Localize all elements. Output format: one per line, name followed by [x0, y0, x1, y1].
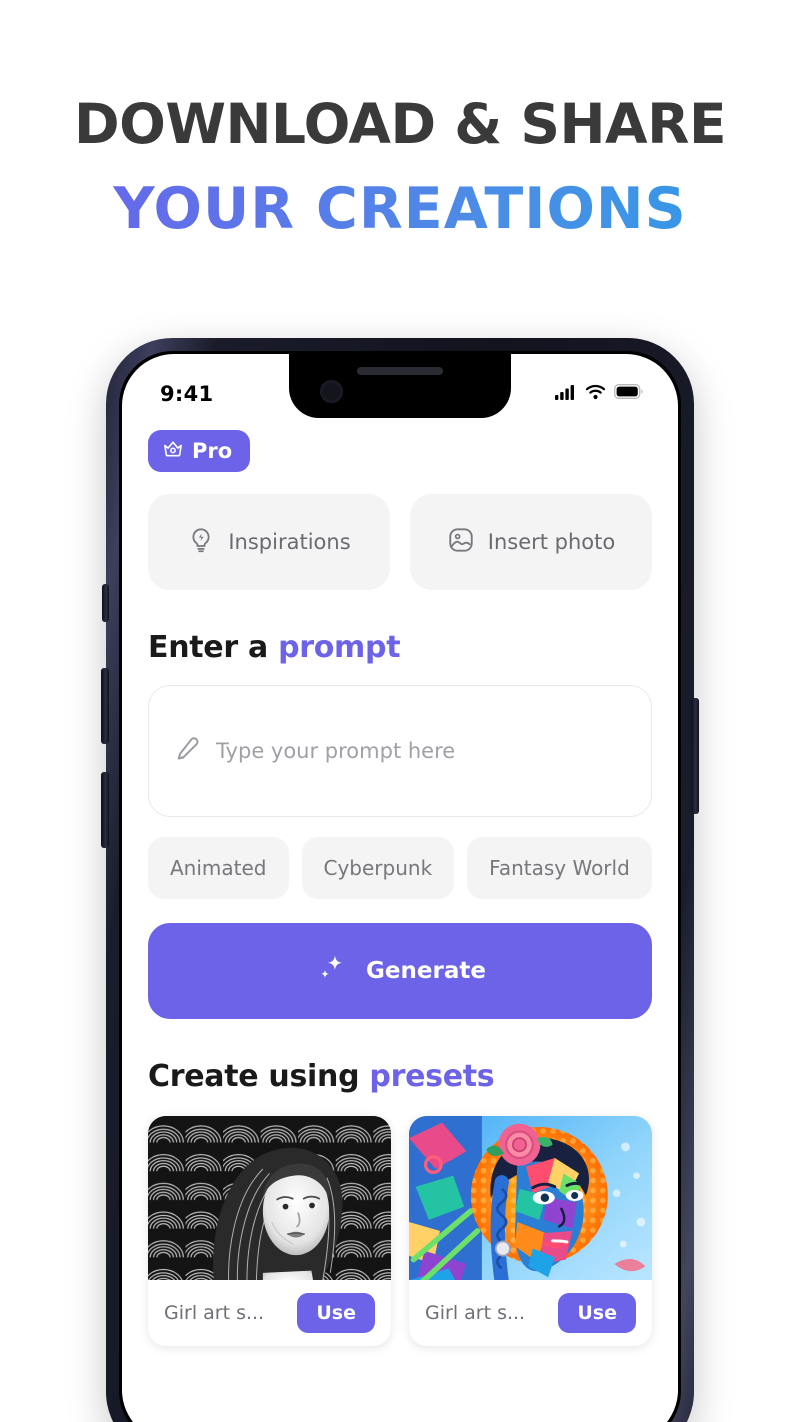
headline-line-2: YOUR CREATIONS: [0, 178, 800, 241]
preset-card-footer: Girl art s... Use: [409, 1280, 652, 1346]
generate-label: Generate: [366, 958, 486, 984]
app-content: Pro Inspirations Insert photo Enter a pr…: [122, 418, 678, 1346]
lightbulb-bolt-icon: [187, 526, 215, 559]
generate-button[interactable]: Generate: [148, 923, 652, 1019]
volume-down-button[interactable]: [101, 772, 109, 848]
preset-card[interactable]: Girl art s... Use: [148, 1116, 391, 1346]
style-chip-fantasy-world[interactable]: Fantasy World: [467, 837, 652, 899]
wifi-icon: [585, 384, 606, 405]
preset-card-footer: Girl art s... Use: [148, 1280, 391, 1346]
prompt-title-accent: prompt: [278, 630, 401, 665]
status-icons: [555, 384, 644, 405]
prompt-input[interactable]: [216, 739, 627, 763]
quick-actions-row: Inspirations Insert photo: [148, 494, 652, 590]
presets-title-plain: Create using: [148, 1059, 370, 1094]
prompt-title-plain: Enter a: [148, 630, 279, 665]
preset-thumbnail-color: [409, 1116, 652, 1280]
phone-screen: 9:41 Pro Inspirations Insert photo Enter…: [122, 354, 678, 1422]
power-button[interactable]: [691, 698, 699, 814]
prompt-section-title: Enter a prompt: [148, 630, 652, 665]
cellular-signal-icon: [555, 384, 577, 405]
insert-photo-button[interactable]: Insert photo: [410, 494, 652, 590]
style-chip-animated[interactable]: Animated: [148, 837, 289, 899]
status-time: 9:41: [160, 382, 214, 406]
use-preset-button[interactable]: Use: [297, 1293, 375, 1333]
inspirations-label: Inspirations: [228, 530, 351, 554]
image-icon: [447, 526, 475, 559]
phone-mockup: 9:41 Pro Inspirations Insert photo Enter…: [101, 338, 699, 1422]
volume-up-button[interactable]: [101, 668, 109, 744]
pencil-icon: [173, 734, 202, 768]
sparkle-icon: [314, 951, 348, 991]
preset-card-label: Girl art s...: [164, 1302, 265, 1324]
status-bar: 9:41: [122, 354, 678, 418]
pro-badge-label: Pro: [192, 439, 233, 463]
preset-thumbnail-bw: [148, 1116, 391, 1280]
crown-icon: [162, 439, 184, 463]
insert-photo-label: Insert photo: [487, 530, 616, 554]
preset-card[interactable]: Girl art s... Use: [409, 1116, 652, 1346]
prompt-input-box[interactable]: [148, 685, 652, 817]
battery-icon: [614, 384, 644, 404]
headline: DOWNLOAD & SHARE YOUR CREATIONS: [0, 92, 800, 241]
mute-switch[interactable]: [102, 584, 109, 622]
promo-screenshot: DOWNLOAD & SHARE YOUR CREATIONS 9:41 Pro…: [0, 0, 800, 1422]
inspirations-button[interactable]: Inspirations: [148, 494, 390, 590]
use-preset-button[interactable]: Use: [558, 1293, 636, 1333]
headline-line-1: DOWNLOAD & SHARE: [73, 92, 727, 156]
pro-badge[interactable]: Pro: [148, 430, 251, 472]
presets-section-title: Create using presets: [148, 1059, 652, 1094]
presets-row: Girl art s... Use Girl art s... Use: [148, 1116, 652, 1346]
phone-bezel: 9:41 Pro Inspirations Insert photo Enter…: [119, 351, 681, 1422]
preset-card-label: Girl art s...: [425, 1302, 526, 1324]
presets-title-accent: presets: [369, 1059, 495, 1094]
style-chip-cyberpunk[interactable]: Cyberpunk: [301, 837, 455, 899]
style-chips-row: Animated Cyberpunk Fantasy World: [148, 837, 652, 899]
